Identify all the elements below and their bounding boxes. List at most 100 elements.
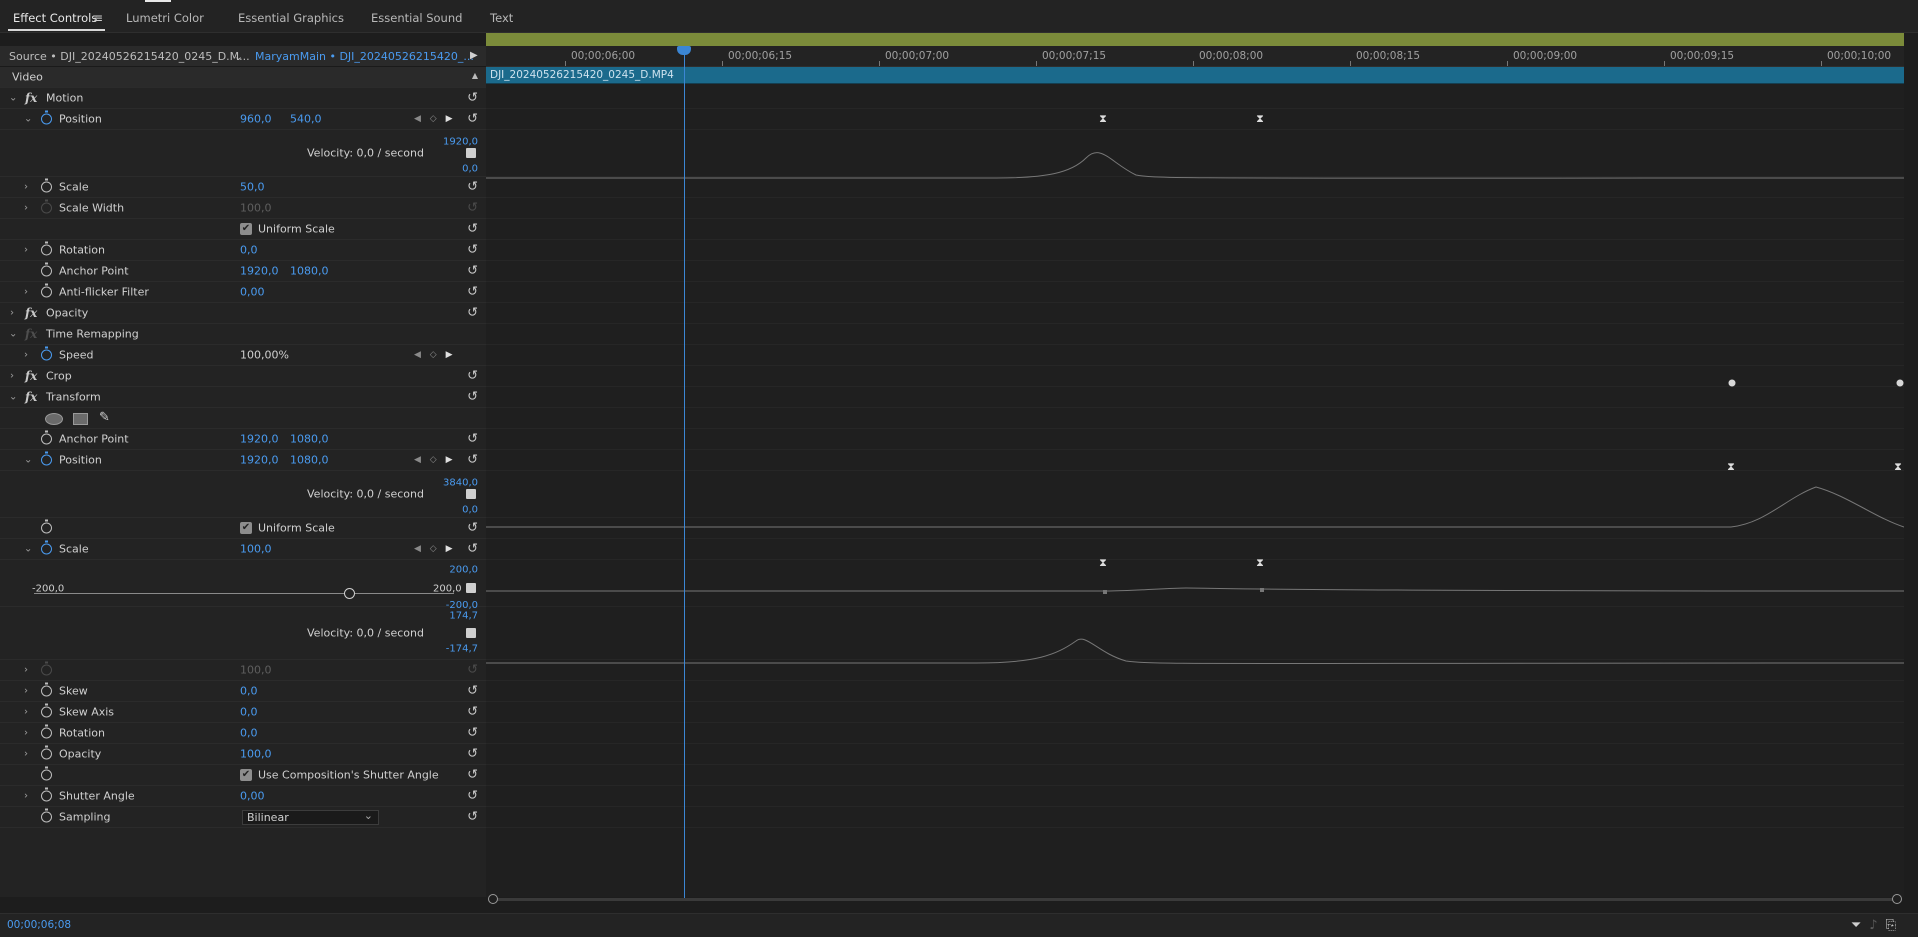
reset-icon[interactable]: ↺	[467, 705, 478, 720]
keyframe-icon[interactable]: ⧗	[1727, 460, 1735, 474]
chevron-right-icon[interactable]: ›	[24, 182, 28, 193]
effect-row-opacity[interactable]: › fx Opacity ↺	[0, 303, 486, 324]
chevron-down-icon[interactable]: ⌄	[24, 544, 32, 555]
effect-row-motion[interactable]: ⌄ fx Motion ↺	[0, 88, 486, 109]
pen-mask-icon[interactable]: ✎	[99, 410, 110, 425]
chevron-down-icon[interactable]: ⌄	[9, 93, 17, 104]
reset-icon[interactable]: ↺	[467, 432, 478, 447]
collapse-up-icon[interactable]: ▲	[472, 71, 478, 80]
uniform-scale-checkbox[interactable]: ✔	[240, 522, 252, 534]
fx-icon[interactable]: fx	[25, 306, 37, 320]
stopwatch-icon[interactable]	[41, 262, 52, 277]
effect-row-crop[interactable]: › fx Crop ↺	[0, 366, 486, 387]
position-x-value[interactable]: 1920,0	[240, 454, 279, 467]
anchor-y-value[interactable]: 1080,0	[290, 265, 329, 278]
stopwatch-icon[interactable]	[41, 540, 52, 555]
ellipse-mask-icon[interactable]	[45, 413, 63, 425]
chevron-down-icon[interactable]: ⌄	[234, 50, 243, 63]
comp-shutter-checkbox[interactable]: ✔	[240, 769, 252, 781]
keyframe-icon[interactable]: ⧗	[1894, 460, 1902, 474]
tab-text[interactable]: Text	[490, 11, 513, 25]
chevron-right-icon[interactable]: ›	[24, 707, 28, 718]
keyframe-icon[interactable]: ⧗	[1099, 556, 1107, 570]
tab-lumetri-color[interactable]: Lumetri Color	[126, 11, 204, 25]
chevron-down-icon[interactable]: ⌄	[9, 329, 17, 340]
skew-axis-value[interactable]: 0,0	[240, 706, 258, 719]
scale-value[interactable]: 50,0	[240, 181, 265, 194]
timeline-zoom-scrollbar[interactable]	[486, 893, 1904, 905]
stopwatch-icon[interactable]	[41, 766, 52, 781]
reset-icon[interactable]: ↺	[467, 521, 478, 536]
chevron-down-icon[interactable]: ⌄	[24, 455, 32, 466]
reset-icon[interactable]: ↺	[467, 684, 478, 699]
stopwatch-icon[interactable]	[41, 430, 52, 445]
keyframe-navigator[interactable]: ◀ ◇ ▶	[414, 114, 456, 124]
export-frame-icon[interactable]: ⎘	[1886, 918, 1904, 933]
reset-icon[interactable]: ↺	[467, 306, 478, 321]
antiflicker-value[interactable]: 0,00	[240, 286, 265, 299]
stopwatch-icon[interactable]	[41, 451, 52, 466]
chevron-down-icon[interactable]: ⌄	[9, 392, 17, 403]
scale-value[interactable]: 100,0	[240, 543, 272, 556]
stopwatch-icon[interactable]	[41, 346, 52, 361]
tab-essential-graphics[interactable]: Essential Graphics	[238, 11, 344, 25]
stopwatch-icon[interactable]	[41, 724, 52, 739]
stopwatch-icon[interactable]	[41, 787, 52, 802]
reset-icon[interactable]: ↺	[467, 369, 478, 384]
uniform-scale-checkbox[interactable]: ✔	[240, 223, 252, 235]
effect-timeline[interactable]: 00;00;06;00 00;00;06;15 00;00;07;00 00;0…	[486, 33, 1904, 904]
reset-icon[interactable]: ↺	[467, 112, 478, 127]
stopwatch-icon[interactable]	[41, 283, 52, 298]
shutter-angle-value[interactable]: 0,00	[240, 790, 265, 803]
chevron-right-icon[interactable]: ›	[24, 350, 28, 361]
reset-icon[interactable]: ↺	[467, 747, 478, 762]
graph-scale-icon[interactable]	[466, 583, 476, 593]
speed-value[interactable]: 100,00%	[240, 349, 289, 362]
reset-icon[interactable]: ↺	[467, 222, 478, 237]
rotation-value[interactable]: 0,0	[240, 244, 258, 257]
scrollbar-left-handle[interactable]	[488, 894, 498, 904]
position-y-value[interactable]: 1080,0	[290, 454, 329, 467]
speed-keyframe-dot[interactable]	[1896, 379, 1904, 387]
reset-icon[interactable]: ↺	[467, 390, 478, 405]
reset-icon[interactable]: ↺	[467, 726, 478, 741]
anchor-x-value[interactable]: 1920,0	[240, 265, 279, 278]
anchor-x-value[interactable]: 1920,0	[240, 433, 279, 446]
reset-icon[interactable]: ↺	[467, 243, 478, 258]
reset-icon[interactable]: ↺	[467, 810, 478, 825]
keyframe-navigator[interactable]: ◀ ◇ ▶	[414, 350, 456, 360]
chevron-right-icon[interactable]: ›	[24, 245, 28, 256]
reset-icon[interactable]: ↺	[467, 180, 478, 195]
stopwatch-icon[interactable]	[41, 682, 52, 697]
reset-icon[interactable]: ↺	[467, 453, 478, 468]
reset-icon[interactable]: ↺	[467, 768, 478, 783]
reset-icon[interactable]: ↺	[467, 285, 478, 300]
stopwatch-icon[interactable]	[41, 178, 52, 193]
keyframe-navigator[interactable]: ◀ ◇ ▶	[414, 544, 456, 554]
stopwatch-icon[interactable]	[41, 110, 52, 125]
stopwatch-icon[interactable]	[41, 241, 52, 256]
scale-slider-handle[interactable]	[344, 588, 355, 599]
keyframe-icon[interactable]: ⧗	[1256, 556, 1264, 570]
sequence-clip-label[interactable]: MaryamMain • DJI_20240526215420_...	[255, 50, 474, 63]
position-y-value[interactable]: 540,0	[290, 113, 322, 126]
chevron-right-icon[interactable]: ›	[24, 686, 28, 697]
opacity-value[interactable]: 100,0	[240, 748, 272, 761]
chevron-right-icon[interactable]: ›	[10, 371, 14, 382]
fx-icon[interactable]: fx	[25, 91, 37, 105]
stopwatch-icon[interactable]	[41, 519, 52, 534]
effect-row-transform[interactable]: ⌄ fx Transform ↺	[0, 387, 486, 408]
keyframe-icon[interactable]: ⧗	[1099, 112, 1107, 126]
tab-essential-sound[interactable]: Essential Sound	[371, 11, 462, 25]
stopwatch-icon[interactable]	[41, 703, 52, 718]
chevron-right-icon[interactable]: ›	[24, 728, 28, 739]
reset-icon[interactable]: ↺	[467, 91, 478, 106]
keyframe-icon[interactable]: ⧗	[1256, 112, 1264, 126]
filter-icon[interactable]: ⏷	[1851, 918, 1869, 933]
effect-row-time-remapping[interactable]: ⌄ fx Time Remapping	[0, 324, 486, 345]
graph-scale-icon[interactable]	[466, 489, 476, 499]
play-only-clip-icon[interactable]: ▶	[470, 50, 478, 61]
stopwatch-icon[interactable]	[41, 808, 52, 823]
graph-scale-icon[interactable]	[466, 628, 476, 638]
anchor-y-value[interactable]: 1080,0	[290, 433, 329, 446]
